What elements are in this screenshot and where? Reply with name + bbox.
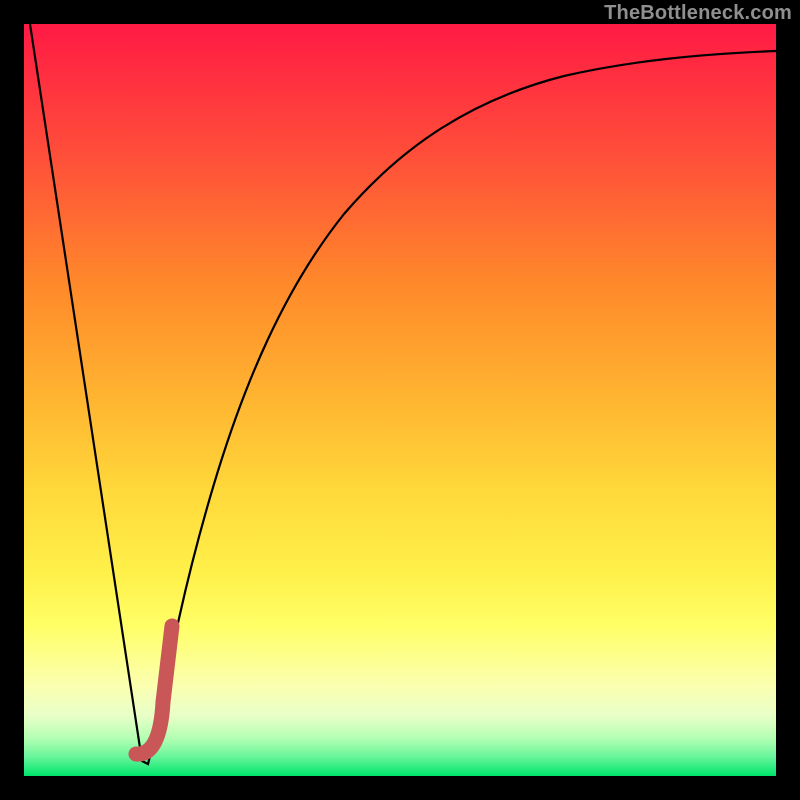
bottleneck-chart	[24, 24, 776, 776]
chart-frame: TheBottleneck.com	[0, 0, 800, 800]
watermark-text: TheBottleneck.com	[604, 2, 792, 25]
gradient-background	[24, 24, 776, 776]
